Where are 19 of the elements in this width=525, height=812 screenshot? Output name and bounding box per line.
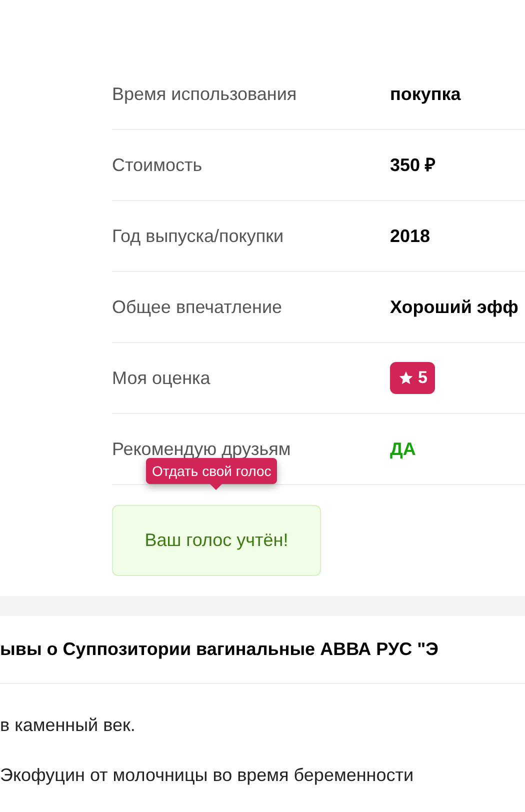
spec-label: Моя оценка (112, 366, 212, 390)
spec-label: Общее впечатление (112, 296, 284, 319)
star-icon (398, 370, 414, 386)
review-link[interactable]: в каменный век. (0, 714, 525, 736)
spec-value: 2018 (390, 224, 430, 248)
vote-tooltip[interactable]: Отдать свой голос (146, 458, 278, 484)
spec-value: покупка (390, 82, 461, 106)
rating-value: 5 (418, 367, 428, 390)
tooltip-pointer (210, 484, 222, 490)
spec-value: Хороший эфф (390, 296, 518, 319)
spec-label: Время использования (112, 82, 298, 106)
spec-label: Стоимость (112, 154, 204, 176)
spec-label: Рекомендую друзьям (112, 438, 292, 460)
spec-label: Год выпуска/покупки (112, 224, 285, 248)
section-heading: ывы о Суппозитории вагинальные АВВА РУС "Э (0, 638, 438, 661)
review-link[interactable]: Экофуцин от молочницы во время беременности (0, 764, 525, 786)
vote-confirmation: Ваш голос учтён! (112, 505, 321, 576)
spec-value: 350 ₽ (390, 154, 436, 176)
spec-value: ДА (390, 438, 416, 461)
